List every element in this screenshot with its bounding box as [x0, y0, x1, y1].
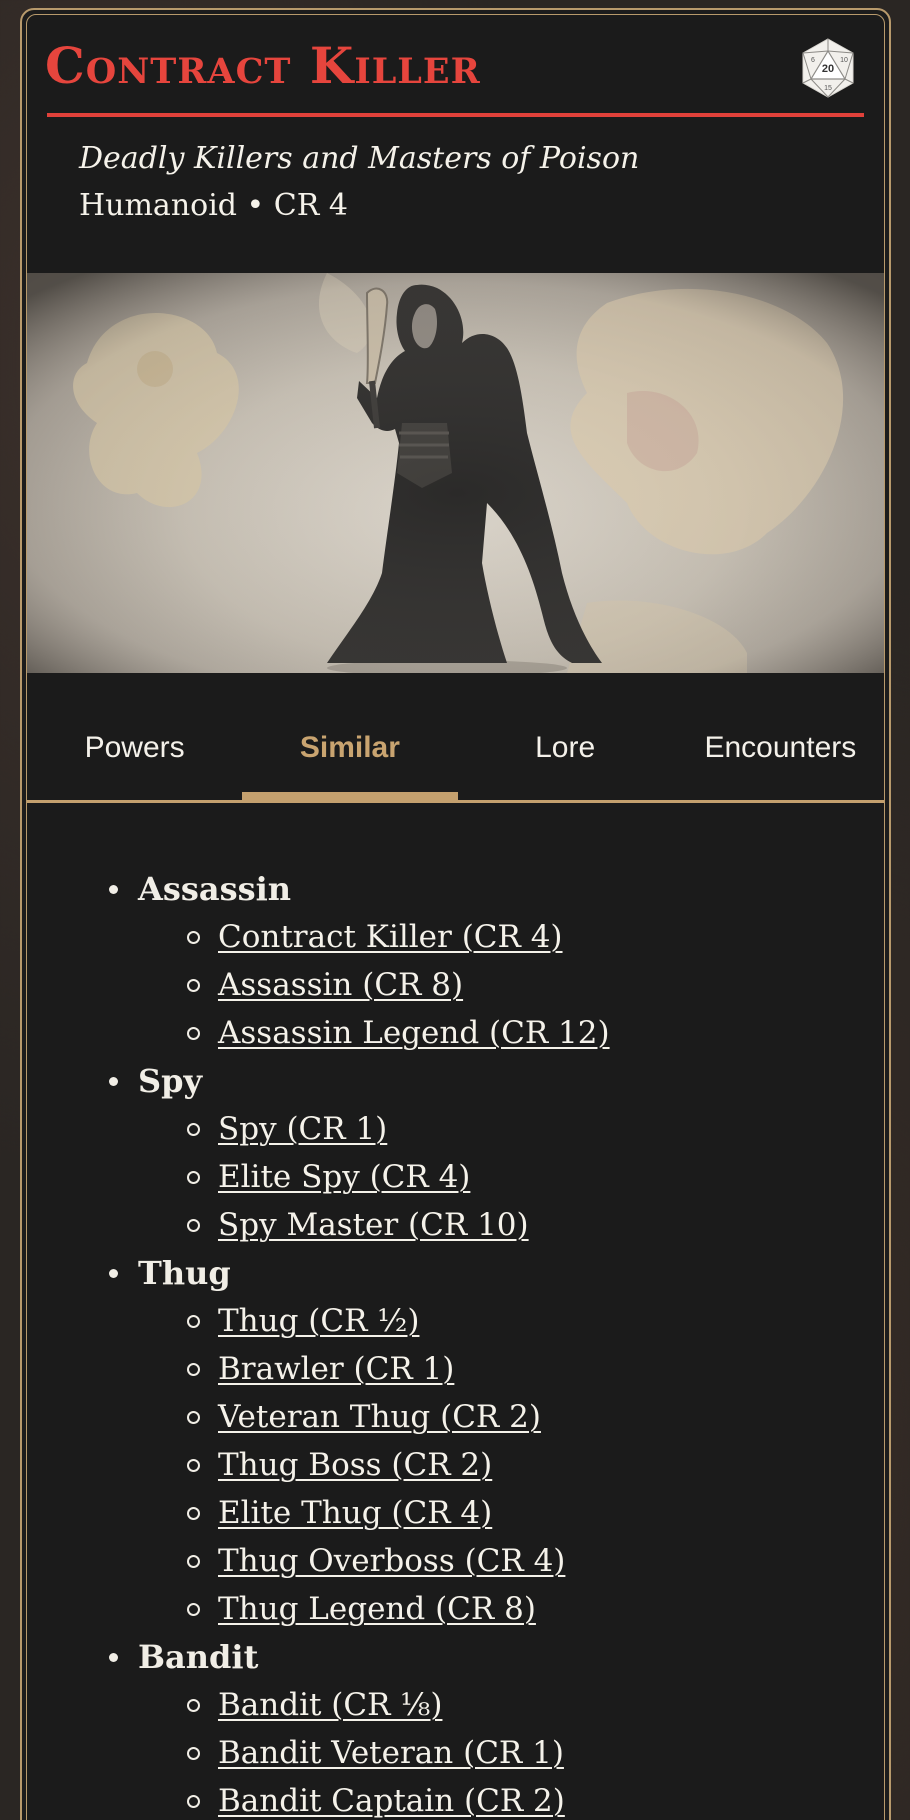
- monster-link[interactable]: Spy (CR 1): [218, 1111, 387, 1147]
- monster-link[interactable]: Assassin (CR 8): [218, 967, 463, 1003]
- monster-link[interactable]: Thug (CR ½): [218, 1303, 419, 1339]
- list-item: Spy (CR 1): [79, 1105, 884, 1153]
- group-spy: Spy Spy (CR 1) Elite Spy (CR 4) Spy Mast…: [79, 1057, 884, 1249]
- tab-encounters[interactable]: Encounters: [673, 731, 884, 800]
- list-item: Veteran Thug (CR 2): [79, 1393, 884, 1441]
- monster-link[interactable]: Spy Master (CR 10): [218, 1207, 529, 1243]
- monster-subtitle: Deadly Killers and Masters of Poison: [79, 141, 640, 176]
- d20-icon[interactable]: 20 6 10 15: [800, 37, 856, 99]
- group-title: Spy: [79, 1057, 884, 1105]
- group-name: Spy: [138, 1062, 203, 1100]
- circle-bullet-icon: [187, 1794, 200, 1808]
- monster-link[interactable]: Brawler (CR 1): [218, 1351, 454, 1387]
- group-bandit: Bandit Bandit (CR ⅛) Bandit Veteran (CR …: [79, 1633, 884, 1820]
- monster-link[interactable]: Veteran Thug (CR 2): [218, 1399, 541, 1435]
- group-name: Bandit: [138, 1638, 259, 1676]
- tab-powers[interactable]: Powers: [27, 731, 242, 800]
- monster-link[interactable]: Thug Overboss (CR 4): [218, 1543, 565, 1579]
- monster-link[interactable]: Thug Boss (CR 2): [218, 1447, 492, 1483]
- list-item: Thug Boss (CR 2): [79, 1441, 884, 1489]
- circle-bullet-icon: [187, 1362, 200, 1376]
- monster-link[interactable]: Bandit Captain (CR 2): [218, 1783, 565, 1819]
- list-item: Elite Spy (CR 4): [79, 1153, 884, 1201]
- card-inner: Contract Killer 20 6 10 15 Deadly Killer…: [26, 14, 885, 1820]
- monster-link[interactable]: Bandit Veteran (CR 1): [218, 1735, 564, 1771]
- circle-bullet-icon: [187, 1602, 200, 1616]
- monster-link[interactable]: Elite Spy (CR 4): [218, 1159, 470, 1195]
- group-title: Bandit: [79, 1633, 884, 1681]
- list-item: Assassin (CR 8): [79, 961, 884, 1009]
- circle-bullet-icon: [187, 1218, 200, 1232]
- similar-list: Assassin Contract Killer (CR 4) Assassin…: [27, 865, 884, 1820]
- circle-bullet-icon: [187, 1554, 200, 1568]
- monster-link[interactable]: Assassin Legend (CR 12): [218, 1015, 610, 1051]
- card-header: Contract Killer 20 6 10 15 Deadly Killer…: [27, 15, 884, 223]
- svg-text:15: 15: [824, 85, 832, 92]
- group-name: Assassin: [138, 870, 292, 908]
- list-item: Thug Overboss (CR 4): [79, 1537, 884, 1585]
- bullet-icon: [109, 884, 118, 894]
- circle-bullet-icon: [187, 1746, 200, 1760]
- monster-link[interactable]: Bandit (CR ⅛): [218, 1687, 442, 1723]
- group-assassin: Assassin Contract Killer (CR 4) Assassin…: [79, 865, 884, 1057]
- circle-bullet-icon: [187, 1026, 200, 1040]
- tab-bar: Powers Similar Lore Encounters: [27, 673, 884, 803]
- monster-link[interactable]: Elite Thug (CR 4): [218, 1495, 492, 1531]
- monster-link[interactable]: Contract Killer (CR 4): [218, 919, 563, 955]
- circle-bullet-icon: [187, 1314, 200, 1328]
- list-item: Thug (CR ½): [79, 1297, 884, 1345]
- list-item: Bandit Veteran (CR 1): [79, 1729, 884, 1777]
- tab-lore[interactable]: Lore: [458, 731, 673, 800]
- bullet-icon: [109, 1076, 118, 1086]
- circle-bullet-icon: [187, 1506, 200, 1520]
- list-item: Spy Master (CR 10): [79, 1201, 884, 1249]
- list-item: Brawler (CR 1): [79, 1345, 884, 1393]
- circle-bullet-icon: [187, 1458, 200, 1472]
- circle-bullet-icon: [187, 1170, 200, 1184]
- title-row: Contract Killer 20 6 10 15: [45, 36, 864, 117]
- list-item: Assassin Legend (CR 12): [79, 1009, 884, 1057]
- bullet-icon: [109, 1268, 118, 1278]
- circle-bullet-icon: [187, 1698, 200, 1712]
- tab-similar[interactable]: Similar: [242, 731, 458, 801]
- monster-card: Contract Killer 20 6 10 15 Deadly Killer…: [20, 8, 891, 1820]
- monster-illustration: [27, 273, 884, 673]
- group-title: Thug: [79, 1249, 884, 1297]
- bullet-icon: [109, 1652, 118, 1662]
- group-thug: Thug Thug (CR ½) Brawler (CR 1) Veteran …: [79, 1249, 884, 1633]
- circle-bullet-icon: [187, 1122, 200, 1136]
- list-item: Bandit Captain (CR 2): [79, 1777, 884, 1820]
- page-title: Contract Killer: [45, 36, 481, 95]
- list-item: Elite Thug (CR 4): [79, 1489, 884, 1537]
- list-item: Bandit (CR ⅛): [79, 1681, 884, 1729]
- circle-bullet-icon: [187, 930, 200, 944]
- monster-link[interactable]: Thug Legend (CR 8): [218, 1591, 536, 1627]
- list-item: Contract Killer (CR 4): [79, 913, 884, 961]
- list-item: Thug Legend (CR 8): [79, 1585, 884, 1633]
- monster-type-line: Humanoid • CR 4: [79, 188, 348, 223]
- svg-text:10: 10: [840, 57, 848, 64]
- group-title: Assassin: [79, 865, 884, 913]
- svg-text:20: 20: [822, 63, 834, 75]
- circle-bullet-icon: [187, 978, 200, 992]
- circle-bullet-icon: [187, 1410, 200, 1424]
- svg-text:6: 6: [811, 57, 815, 64]
- group-name: Thug: [138, 1254, 231, 1292]
